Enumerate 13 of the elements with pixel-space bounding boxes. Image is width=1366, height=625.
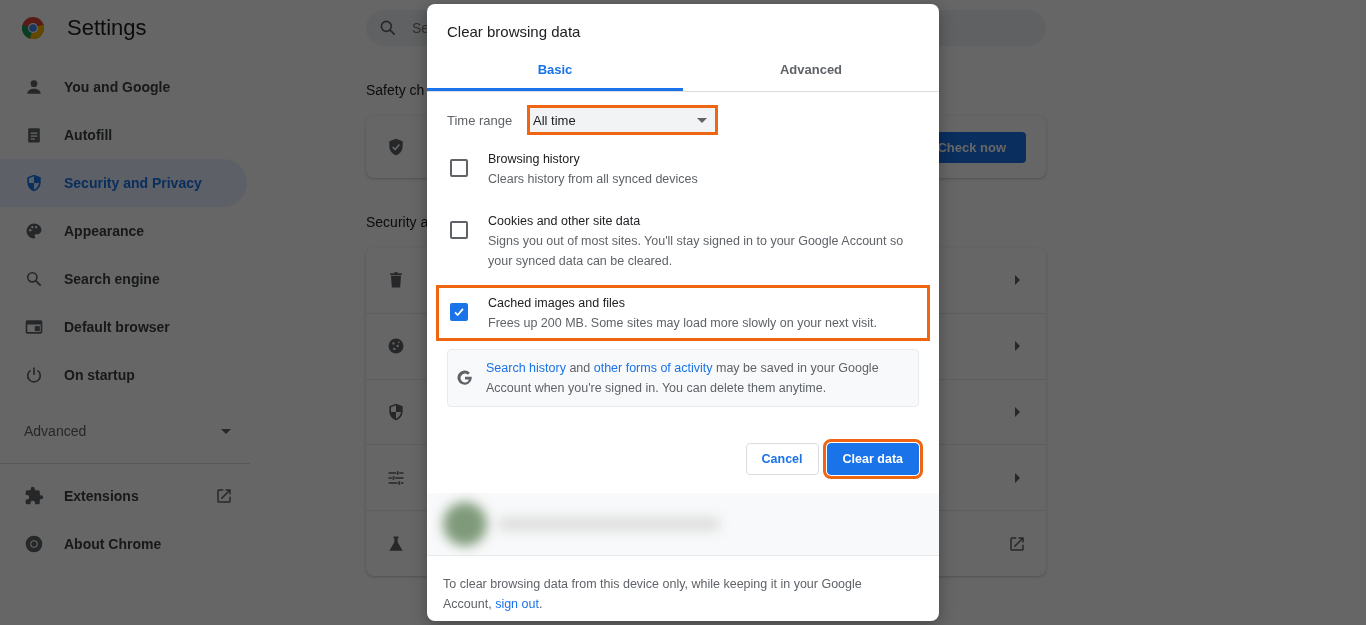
option-description: Clears history from all synced devices	[488, 171, 699, 188]
settings-title: Settings	[67, 15, 147, 41]
option-description: Frees up 200 MB. Some sites may load more slowly on your next visit.	[488, 315, 879, 332]
sign-out-note: To clear browsing data from this device only, while keeping it in your Google Account, sign out.	[442, 576, 863, 613]
section-heading: Safety ch	[366, 82, 425, 98]
time-range-label: Time range	[447, 112, 514, 128]
option-title: Browsing history	[488, 151, 581, 168]
option-description: Signs you out of most sites. You'll stay signed in to your Google Account so your synced data can be cleared.	[488, 233, 905, 270]
option-title: Cached images and files	[488, 295, 626, 312]
option-title: Cookies and other site data	[488, 213, 642, 230]
dialog-title: Clear browsing data	[446, 22, 582, 42]
section-heading: Security a	[366, 214, 429, 230]
notice-text: Search history and other forms of activity may be saved in your Google Account when you're signed in. You can delete them anytime.	[486, 360, 880, 397]
